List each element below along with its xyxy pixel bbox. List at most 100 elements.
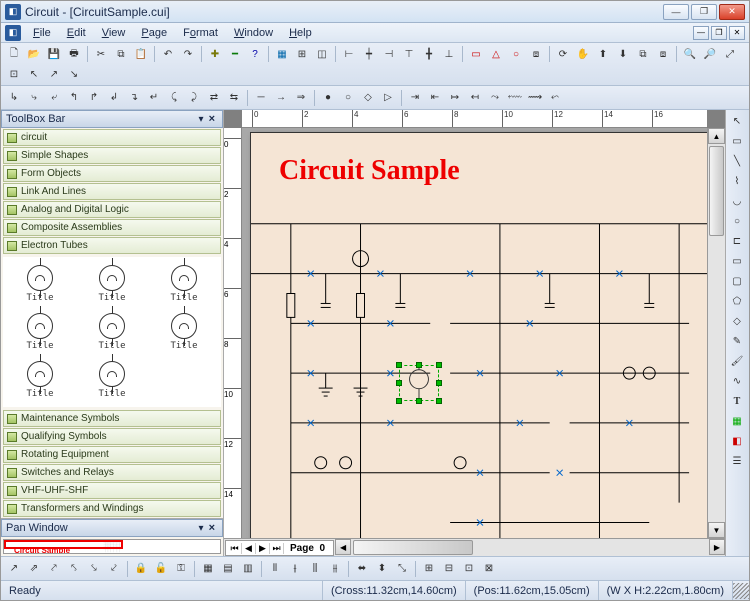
toolbox-category[interactable]: VHF-UHF-SHF <box>3 482 221 499</box>
paste-button[interactable]: 📋 <box>132 45 150 63</box>
menu-view[interactable]: View <box>94 25 134 41</box>
bt-1[interactable]: ↗ <box>5 560 23 578</box>
mdi-minimize[interactable]: — <box>693 26 709 40</box>
copy-button[interactable]: ⧉ <box>112 45 130 63</box>
link-type-5[interactable]: ↱ <box>85 89 103 107</box>
symbol-item[interactable]: Title <box>7 265 73 303</box>
scroll-up-icon[interactable]: ▲ <box>708 128 725 144</box>
symbol-item[interactable]: Title <box>151 265 217 303</box>
pointer-button[interactable]: ↖ <box>25 65 43 83</box>
diamond-tool[interactable]: ◇ <box>727 312 747 330</box>
symbol-item[interactable]: Title <box>151 313 217 351</box>
print-button[interactable]: 🖶 <box>65 45 83 63</box>
toolbox-category[interactable]: Qualifying Symbols <box>3 428 221 445</box>
bt-layout-1[interactable]: ▦ <box>199 560 217 578</box>
node-button[interactable]: ↗ <box>45 65 63 83</box>
endpoint-2[interactable]: ○ <box>339 89 357 107</box>
grid-button[interactable]: ▦ <box>273 45 291 63</box>
link-type-10[interactable]: ⤸ <box>185 89 203 107</box>
arc-tool[interactable]: ◡ <box>727 192 747 210</box>
pan-close-icon[interactable]: × <box>206 522 218 534</box>
arrow-end-8[interactable]: ⬿ <box>546 89 564 107</box>
tri-tool[interactable]: △ <box>487 45 505 63</box>
line-arrow[interactable]: → <box>272 89 290 107</box>
menu-page[interactable]: Page <box>133 25 175 41</box>
color-tool[interactable]: ◧ <box>727 432 747 450</box>
symbol-item[interactable]: Title <box>79 265 145 303</box>
layer-fwd-button[interactable]: ⬆ <box>594 45 612 63</box>
toolbox-category[interactable]: Switches and Relays <box>3 464 221 481</box>
line-double[interactable]: ⇒ <box>292 89 310 107</box>
toolbox-category[interactable]: Electron Tubes <box>3 237 221 254</box>
bt-space-1[interactable]: ⊞ <box>420 560 438 578</box>
scroll-down-icon[interactable]: ▼ <box>708 522 725 538</box>
menu-format[interactable]: Format <box>175 25 226 41</box>
link-type-6[interactable]: ↲ <box>105 89 123 107</box>
align-middle-icon[interactable]: ╋ <box>420 45 438 63</box>
polygon-tool[interactable]: ⬠ <box>727 292 747 310</box>
link-type-2[interactable]: ⤷ <box>25 89 43 107</box>
pin-icon[interactable]: ▾ <box>197 114 206 125</box>
pan-pin-icon[interactable]: ▾ <box>197 523 206 534</box>
page-tab-label[interactable]: Page 0 <box>284 543 331 554</box>
bt-layout-3[interactable]: ▥ <box>239 560 257 578</box>
align-left-icon[interactable]: ⊢ <box>340 45 358 63</box>
bt-dist-4[interactable]: ⫵ <box>326 560 344 578</box>
link-type-8[interactable]: ↵ <box>145 89 163 107</box>
endpoint-3[interactable]: ◇ <box>359 89 377 107</box>
ellipse-tool[interactable]: ○ <box>727 212 747 230</box>
cut-button[interactable]: ✂ <box>92 45 110 63</box>
scroll-left-icon[interactable]: ◀ <box>335 539 351 555</box>
menu-help[interactable]: Help <box>281 25 320 41</box>
endpoint-1[interactable]: ● <box>319 89 337 107</box>
bt-dist-2[interactable]: ⫲ <box>286 560 304 578</box>
bt-dist-1[interactable]: ⫴ <box>266 560 284 578</box>
align-right-icon[interactable]: ⊣ <box>380 45 398 63</box>
resize-grip-icon[interactable] <box>733 583 749 599</box>
toolbox-category[interactable]: Analog and Digital Logic <box>3 201 221 218</box>
arrow-end-4[interactable]: ↤ <box>466 89 484 107</box>
page[interactable]: Circuit Sample <box>250 132 707 538</box>
link-type-7[interactable]: ↴ <box>125 89 143 107</box>
mdi-restore[interactable]: ❐ <box>711 26 727 40</box>
crop-tool[interactable]: ⧈ <box>527 45 545 63</box>
redo-button[interactable]: ↷ <box>179 45 197 63</box>
bt-layout-2[interactable]: ▤ <box>219 560 237 578</box>
menu-edit[interactable]: Edit <box>59 25 94 41</box>
move-button[interactable]: ↘ <box>65 65 83 83</box>
bt-space-4[interactable]: ⊠ <box>480 560 498 578</box>
link-type-1[interactable]: ↳ <box>5 89 23 107</box>
toolbox-category[interactable]: Simple Shapes <box>3 147 221 164</box>
menu-window[interactable]: Window <box>226 25 281 41</box>
toolbox-close-icon[interactable]: × <box>206 113 218 125</box>
layers-tool[interactable]: ☰ <box>727 452 747 470</box>
toolbox-category[interactable]: Form Objects <box>3 165 221 182</box>
toolbox-category[interactable]: Composite Assemblies <box>3 219 221 236</box>
line-tool[interactable]: ╲ <box>727 152 747 170</box>
toolbox-category[interactable]: Transformers and Windings <box>3 500 221 517</box>
text-tool[interactable]: T <box>727 392 747 410</box>
zoom-out-button[interactable]: 🔎 <box>701 45 719 63</box>
mdi-close[interactable]: ✕ <box>729 26 745 40</box>
minimize-button[interactable]: — <box>663 4 689 20</box>
bracket-tool[interactable]: ⊏ <box>727 232 747 250</box>
bt-space-3[interactable]: ⊡ <box>460 560 478 578</box>
scroll-right-icon[interactable]: ▶ <box>709 539 725 555</box>
help-button[interactable]: ? <box>246 45 264 63</box>
arrow-end-1[interactable]: ⇥ <box>406 89 424 107</box>
bt-3[interactable]: ⤤ <box>45 560 63 578</box>
link-type-3[interactable]: ⤶ <box>45 89 63 107</box>
undo-button[interactable]: ↶ <box>159 45 177 63</box>
toolbox-category[interactable]: circuit <box>3 129 221 146</box>
arrow-end-3[interactable]: ↦ <box>446 89 464 107</box>
scroll-thumb-v[interactable] <box>709 146 724 236</box>
snap-button[interactable]: ◫ <box>313 45 331 63</box>
symbol-item[interactable]: Title <box>79 313 145 351</box>
group-button[interactable]: ⧉ <box>634 45 652 63</box>
image-tool[interactable]: ▦ <box>727 412 747 430</box>
bt-5[interactable]: ⤥ <box>85 560 103 578</box>
bt-key[interactable]: ⚿ <box>172 560 190 578</box>
zoom-fit-button[interactable]: ⤢ <box>721 45 739 63</box>
grid2-button[interactable]: ⊞ <box>293 45 311 63</box>
pan-button[interactable]: ✋ <box>574 45 592 63</box>
